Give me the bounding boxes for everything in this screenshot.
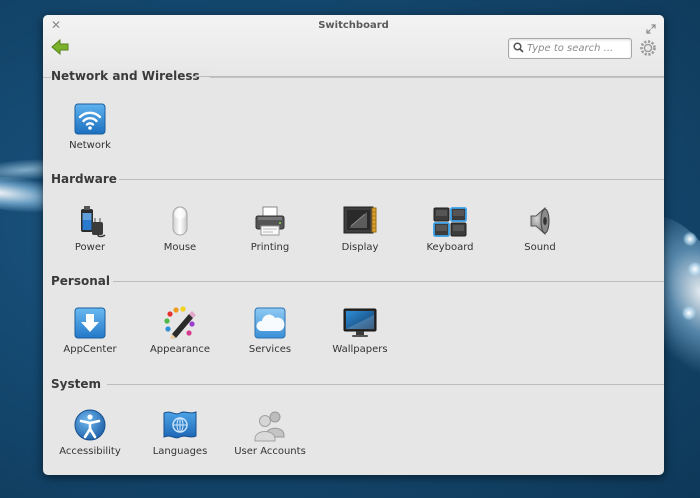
item-sound[interactable]: Sound	[497, 204, 583, 253]
wallpaper-light-dot	[682, 306, 696, 320]
keyboard-icon	[433, 207, 467, 237]
appcenter-icon	[74, 307, 106, 339]
section-divider	[113, 281, 664, 282]
wallpaper-light-dot	[688, 262, 700, 276]
back-button[interactable]	[51, 38, 69, 59]
section-network-and-wireless: Network and Wireless	[51, 69, 664, 83]
wifi-icon	[74, 103, 106, 135]
section-divider	[191, 76, 664, 77]
section-personal: Personal	[51, 274, 664, 288]
item-label: Network	[69, 140, 111, 151]
gear-icon	[640, 40, 656, 56]
item-label: Appearance	[149, 344, 211, 355]
settings-button[interactable]	[639, 39, 657, 61]
search-field[interactable]	[508, 38, 632, 59]
item-label: Services	[248, 344, 292, 355]
accessibility-icon	[74, 409, 106, 441]
printer-icon	[255, 206, 285, 236]
section-title: Hardware	[51, 172, 127, 186]
search-input[interactable]	[527, 40, 627, 56]
section-divider	[119, 179, 664, 180]
back-arrow-icon	[51, 38, 69, 56]
item-label: Accessibility	[59, 446, 121, 457]
wallpaper-light-dot	[683, 232, 697, 246]
section-hardware: Hardware	[51, 172, 664, 186]
speaker-icon	[530, 206, 550, 236]
window-title: Switchboard	[318, 20, 389, 31]
item-mouse[interactable]: Mouse	[137, 204, 223, 253]
switchboard-window: ✕ Switchboard Network and	[43, 15, 664, 475]
item-label: Power	[74, 242, 106, 253]
monitor-icon	[343, 308, 377, 337]
item-appearance[interactable]: Appearance	[137, 306, 223, 355]
item-wallpapers[interactable]: Wallpapers	[317, 306, 403, 355]
item-label: User Accounts	[234, 446, 306, 457]
item-display[interactable]: Display	[317, 204, 403, 253]
section-title: System	[51, 377, 111, 391]
item-user-accounts[interactable]: User Accounts	[227, 408, 313, 457]
item-label: Languages	[152, 446, 208, 457]
section-title: Personal	[51, 274, 120, 288]
item-label: Display	[341, 242, 379, 253]
cloud-icon	[254, 307, 286, 339]
item-appcenter[interactable]: AppCenter	[47, 306, 133, 355]
item-label: Keyboard	[426, 242, 474, 253]
maximize-icon	[646, 24, 656, 34]
item-label: AppCenter	[63, 344, 117, 355]
globe-flag-icon	[163, 411, 197, 439]
section-system: System	[51, 377, 664, 391]
item-label: Sound	[524, 242, 556, 253]
maximize-button[interactable]	[646, 19, 656, 38]
users-icon	[254, 411, 285, 442]
item-label: Printing	[250, 242, 290, 253]
search-icon	[513, 42, 524, 53]
item-accessibility[interactable]: Accessibility	[47, 408, 133, 457]
item-label: Mouse	[163, 242, 197, 253]
item-keyboard[interactable]: Keyboard	[407, 204, 493, 253]
item-services[interactable]: Services	[227, 306, 313, 355]
section-divider	[107, 384, 664, 385]
item-power[interactable]: Power	[47, 204, 133, 253]
palette-icon	[164, 306, 196, 339]
item-label: Wallpapers	[332, 344, 388, 355]
item-network[interactable]: Network	[47, 102, 133, 151]
section-title: Network and Wireless	[51, 69, 210, 83]
mouse-icon	[172, 206, 188, 236]
display-icon	[343, 206, 377, 234]
item-printing[interactable]: Printing	[227, 204, 313, 253]
item-languages[interactable]: Languages	[137, 408, 223, 457]
battery-icon	[81, 206, 106, 238]
